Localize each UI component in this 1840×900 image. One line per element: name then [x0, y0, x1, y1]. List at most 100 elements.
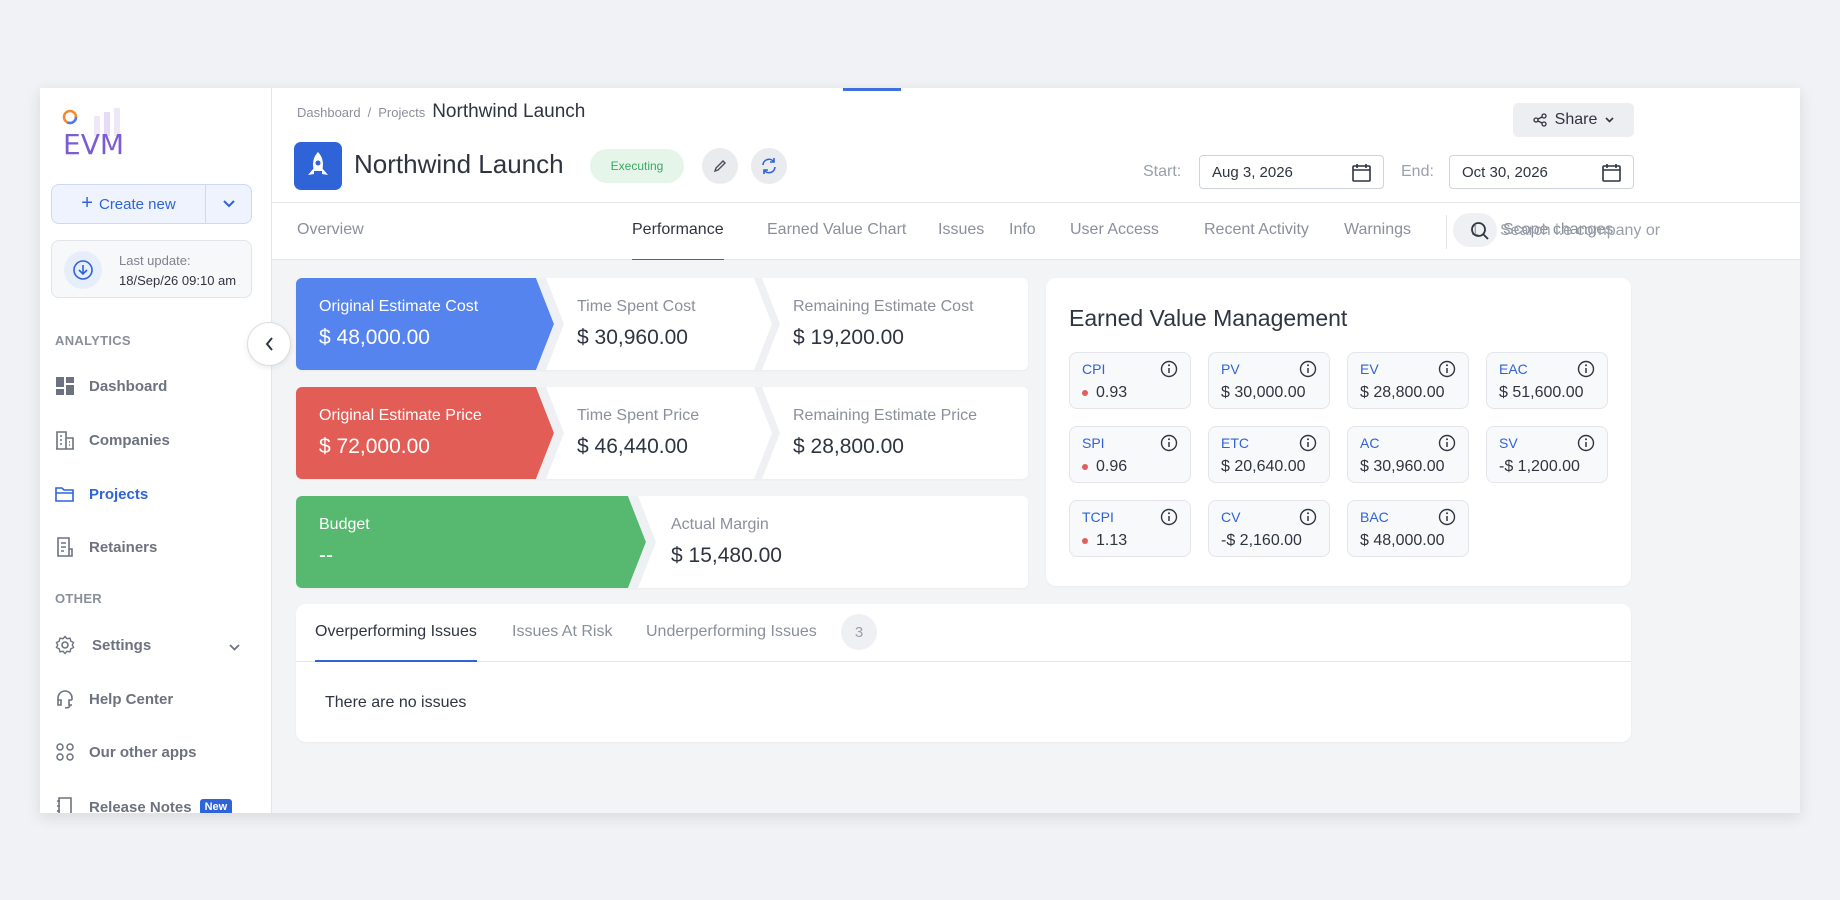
start-date-value: Aug 3, 2026 [1212, 163, 1293, 181]
metric-value-row: 0.96 [1082, 458, 1127, 476]
metric-value: -$ 1,200.00 [1499, 458, 1580, 475]
app-logo[interactable]: EVM [62, 108, 134, 161]
sidebar-item-label: Retainers [89, 538, 158, 556]
tab-warnings[interactable]: Warnings [1344, 221, 1411, 239]
create-new-dropdown[interactable] [206, 185, 251, 223]
metric-value-row: $ 30,000.00 [1221, 384, 1306, 402]
tab-issues-at-risk[interactable]: Issues At Risk [512, 623, 612, 641]
evm-metric-spi: SPI 0.96 [1069, 426, 1191, 483]
metric-value: $ 28,800.00 [793, 435, 904, 458]
evm-metric-tcpi: TCPI 1.13 [1069, 500, 1191, 557]
info-icon[interactable] [1438, 434, 1456, 457]
new-badge: New [199, 799, 233, 813]
metric-value: $ 19,200.00 [793, 326, 904, 349]
chevron-down-icon [1605, 117, 1614, 123]
tab-divider [1446, 215, 1447, 249]
metric-label: AC [1360, 435, 1380, 451]
status-dot [1082, 538, 1088, 544]
sidebar-item-release-notes[interactable]: Release Notes New [54, 791, 254, 813]
metric-value-row: $ 48,000.00 [1360, 532, 1445, 550]
logo-text: EVM [63, 128, 124, 160]
tab-recent-activity[interactable]: Recent Activity [1204, 221, 1309, 239]
end-date-label: End: [1401, 163, 1434, 180]
sync-button[interactable] [751, 148, 787, 184]
metric-value-row: -$ 1,200.00 [1499, 458, 1580, 476]
price-row: Original Estimate Price $ 72,000.00 Time… [296, 387, 1028, 479]
info-icon[interactable] [1299, 434, 1317, 457]
create-new-group: + Create new [51, 184, 252, 224]
tab-user-access[interactable]: User Access [1070, 221, 1159, 239]
main-content: Original Estimate Cost $ 48,000.00 Time … [272, 260, 1800, 813]
page-title: Northwind Launch [354, 149, 564, 179]
download-icon[interactable] [64, 251, 102, 289]
sidebar-item-label: Help Center [89, 690, 174, 708]
metric-value: $ 20,640.00 [1221, 458, 1306, 475]
metric-value: 0.96 [1096, 458, 1128, 475]
info-icon[interactable] [1160, 434, 1178, 457]
metric-label: CPI [1082, 361, 1106, 377]
metric-value: $ 28,800.00 [1360, 384, 1445, 401]
issues-card: Overperforming Issues Issues At Risk Und… [296, 604, 1631, 742]
metric-value: $ 30,960.00 [1360, 458, 1445, 475]
active-tab-indicator [315, 660, 477, 662]
metric-label: SV [1499, 435, 1518, 451]
sidebar-item-projects[interactable]: Projects [54, 478, 254, 510]
analytics-section-label: ANALYTICS [55, 333, 131, 348]
metric-value: $ 46,440.00 [577, 435, 688, 458]
tab-overperforming-issues[interactable]: Overperforming Issues [315, 623, 477, 641]
info-icon[interactable] [1299, 360, 1317, 383]
pencil-icon [713, 160, 726, 173]
info-icon[interactable] [1577, 434, 1595, 457]
time-spent-price: Time Spent Price $ 46,440.00 [554, 387, 770, 479]
evm-metric-bac: BAC $ 48,000.00 [1347, 500, 1469, 557]
evm-metric-eac: EAC $ 51,600.00 [1486, 352, 1608, 409]
info-icon[interactable] [1438, 360, 1456, 383]
original-estimate-cost: Original Estimate Cost $ 48,000.00 [296, 278, 556, 370]
info-icon[interactable] [1160, 508, 1178, 531]
share-button[interactable]: Share [1513, 103, 1634, 137]
breadcrumb-dashboard[interactable]: Dashboard [297, 105, 361, 120]
info-icon[interactable] [1160, 360, 1178, 383]
calendar-icon [1602, 163, 1621, 186]
info-icon[interactable] [1299, 508, 1317, 531]
metric-value: $ 72,000.00 [319, 435, 430, 458]
info-icon[interactable] [1577, 360, 1595, 383]
sidebar-item-settings[interactable]: Settings [54, 629, 254, 661]
start-date-label: Start: [1143, 163, 1182, 180]
metric-value-row: $ 20,640.00 [1221, 458, 1306, 476]
sidebar-item-retainers[interactable]: Retainers [54, 531, 254, 563]
breadcrumb-projects[interactable]: Projects [378, 105, 425, 120]
search-input[interactable]: Search i.e company or [1500, 222, 1660, 240]
metric-label: Time Spent Cost [577, 298, 696, 315]
start-date-field[interactable]: Aug 3, 2026 [1199, 155, 1384, 189]
sidebar-item-label: Companies [89, 431, 170, 449]
collapse-sidebar-button[interactable] [247, 322, 291, 366]
edit-button[interactable] [702, 148, 738, 184]
metric-label: CV [1221, 509, 1241, 525]
search-box[interactable]: Search i.e company or [1470, 221, 1660, 241]
evm-metric-ev: EV $ 28,800.00 [1347, 352, 1469, 409]
tab-performance[interactable]: Performance [632, 221, 724, 239]
evm-metric-sv: SV -$ 1,200.00 [1486, 426, 1608, 483]
sidebar-item-companies[interactable]: Companies [54, 424, 254, 456]
sidebar-item-help-center[interactable]: Help Center [54, 683, 254, 715]
metric-label: EAC [1499, 361, 1528, 377]
tab-issues[interactable]: Issues [938, 221, 984, 239]
sidebar-item-other-apps[interactable]: Our other apps [54, 736, 254, 768]
tab-underperforming-issues[interactable]: Underperforming Issues [646, 623, 817, 641]
metric-value: 1.13 [1096, 532, 1128, 549]
metric-value-row: $ 30,960.00 [1360, 458, 1445, 476]
dashboard-icon [54, 375, 76, 397]
evm-metric-cv: CV -$ 2,160.00 [1208, 500, 1330, 557]
tab-earned-value-chart[interactable]: Earned Value Chart [767, 221, 906, 239]
info-icon[interactable] [1438, 508, 1456, 531]
end-date-field[interactable]: Oct 30, 2026 [1449, 155, 1634, 189]
sidebar-item-dashboard[interactable]: Dashboard [54, 370, 254, 402]
create-new-button[interactable]: + Create new [52, 185, 206, 223]
tab-overview[interactable]: Overview [297, 221, 364, 239]
refresh-icon [762, 158, 776, 174]
metric-value: $ 30,960.00 [577, 326, 688, 349]
metric-value: $ 48,000.00 [1360, 532, 1445, 549]
metric-label: BAC [1360, 509, 1389, 525]
tab-info[interactable]: Info [1009, 221, 1036, 239]
